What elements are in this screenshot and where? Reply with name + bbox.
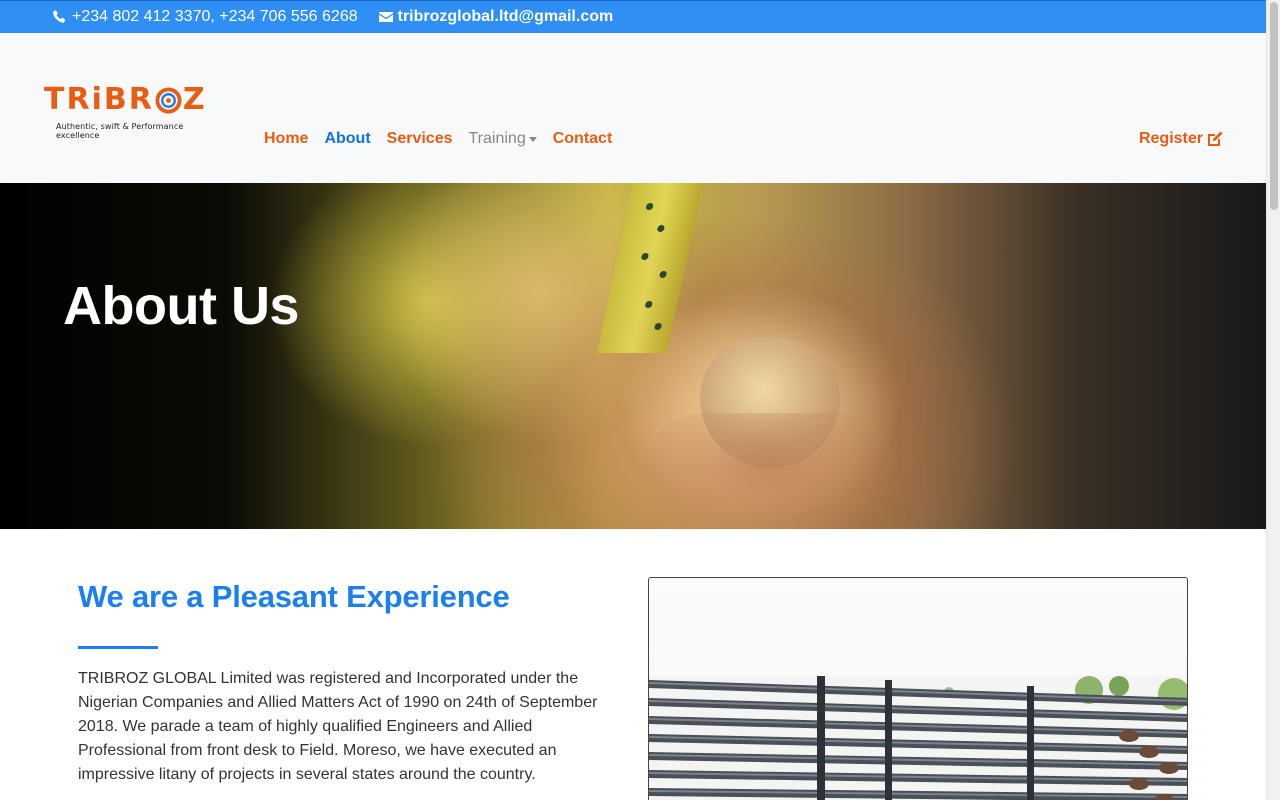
intro-paragraph: TRIBROZ GLOBAL Limited was registered an… — [78, 670, 598, 783]
nav-training-dropdown[interactable]: Training — [469, 130, 537, 148]
logo-text-left: TRiBR — [44, 82, 154, 117]
contact-bar: +234 802 412 3370, +234 706 556 6268 tri… — [0, 0, 1266, 33]
hero-title: About Us — [63, 276, 299, 336]
pipe-stack-image — [649, 676, 1187, 800]
envelope-icon — [378, 12, 393, 22]
caret-down-icon — [528, 136, 537, 142]
email-address: tribrozglobal.ltd@gmail.com — [397, 8, 614, 25]
main-nav: Home About Services Training Contact — [264, 130, 628, 148]
pipes-photo — [648, 577, 1188, 800]
logo-tagline: Authentic, swift & Performance excellenc… — [56, 122, 184, 140]
nav-about[interactable]: About — [324, 130, 370, 148]
section-heading: We are a Pleasant Experience — [78, 579, 510, 614]
nav-services[interactable]: Services — [387, 130, 453, 148]
intro-section: We are a Pleasant Experience TRIBROZ GLO… — [0, 529, 1266, 800]
register-label: Register — [1138, 130, 1203, 147]
hero-image-hand — [640, 413, 900, 529]
logo-text-right: Z — [182, 82, 207, 117]
page: +234 802 412 3370, +234 706 556 6268 tri… — [0, 0, 1266, 800]
brand-logo[interactable]: TRiBR Z Authentic, swift & Performance e… — [44, 83, 226, 141]
logo-ring-icon — [155, 86, 182, 114]
navbar: TRiBR Z Authentic, swift & Performance e… — [0, 33, 1266, 183]
register-link[interactable]: Register — [1139, 130, 1224, 148]
edit-icon — [1208, 131, 1223, 146]
nav-training-label: Training — [468, 130, 526, 147]
nav-home[interactable]: Home — [264, 130, 308, 148]
hero-banner: About Us — [0, 183, 1266, 529]
heading-divider — [78, 646, 158, 649]
phone-contact[interactable]: +234 802 412 3370, +234 706 556 6268 — [52, 8, 358, 26]
phone-icon — [52, 10, 66, 23]
phone-numbers: +234 802 412 3370, +234 706 556 6268 — [72, 8, 358, 25]
logo-wordmark: TRiBR Z — [44, 83, 226, 117]
nav-contact[interactable]: Contact — [553, 130, 613, 148]
scrollbar-thumb[interactable] — [1270, 2, 1278, 210]
email-contact[interactable]: tribrozglobal.ltd@gmail.com — [378, 8, 614, 26]
page-scrollbar[interactable] — [1266, 0, 1280, 800]
